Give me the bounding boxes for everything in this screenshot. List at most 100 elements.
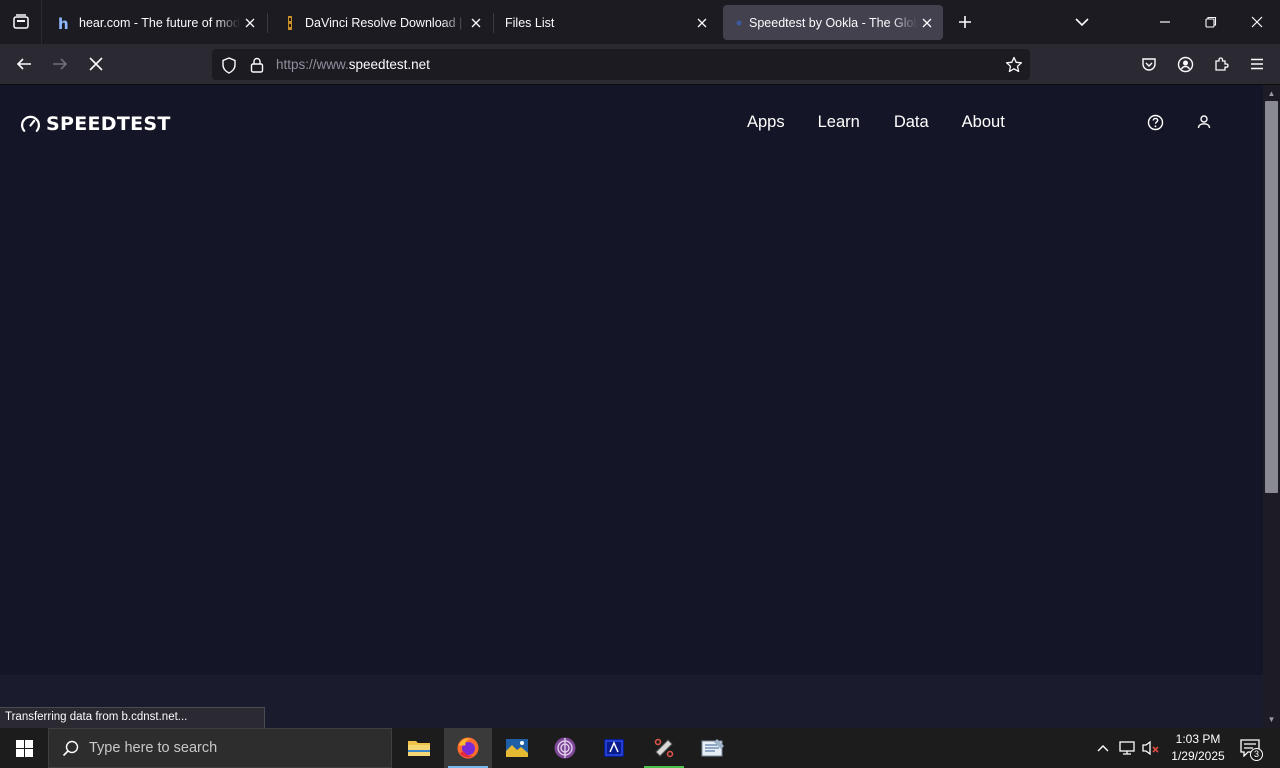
tab-strip: h hear.com - The future of modern hearin… (0, 0, 1280, 44)
taskbar-tor-browser[interactable] (541, 728, 589, 768)
network-status-button[interactable] (1115, 728, 1139, 768)
chevron-down-icon (1075, 18, 1089, 27)
tab-title: DaVinci Resolve Download | Blackmagic (305, 15, 466, 30)
nav-about-link[interactable]: About (962, 113, 1005, 132)
account-button[interactable] (1169, 48, 1201, 80)
tab-speedtest[interactable]: Speedtest by Ookla - The Global Broadban… (723, 5, 943, 40)
navigation-toolbar: https://www.speedtest.net (0, 44, 1280, 85)
url-text: https://www.speedtest.net (276, 57, 430, 72)
start-button[interactable] (0, 728, 48, 768)
arrow-right-icon (53, 58, 68, 70)
taskbar-blue-app[interactable] (590, 728, 638, 768)
volume-button[interactable] (1139, 728, 1163, 768)
tor-browser-icon (554, 737, 576, 759)
firefox-view-icon (12, 14, 29, 29)
notification-count-badge: 3 (1250, 748, 1263, 761)
tab-hear[interactable]: h hear.com - The future of modern hearin… (44, 5, 268, 40)
clock-time: 1:03 PM (1175, 732, 1221, 746)
tab-title: Speedtest by Ookla - The Global Broadban… (749, 15, 917, 30)
minimize-button[interactable] (1143, 0, 1187, 44)
nav-learn-link[interactable]: Learn (818, 113, 860, 132)
pocket-icon (1142, 58, 1156, 71)
help-button[interactable] (1145, 112, 1165, 132)
stop-loading-button[interactable] (80, 48, 112, 80)
scroll-down-arrow-icon[interactable]: ▼ (1267, 715, 1276, 724)
search-placeholder: Type here to search (89, 740, 218, 756)
taskbar-search-box[interactable]: Type here to search (48, 728, 392, 768)
tab-files-list[interactable]: Files List (496, 5, 718, 40)
taskbar-notepad-app[interactable] (689, 728, 737, 768)
taskbar-snipping-tool[interactable] (640, 728, 688, 768)
puzzle-piece-icon (1215, 57, 1229, 71)
user-login-button[interactable] (1194, 112, 1214, 132)
scrollbar-thumb[interactable] (1265, 101, 1278, 493)
loading-favicon-icon (733, 15, 745, 31)
restore-icon (1205, 16, 1217, 28)
user-icon (1197, 115, 1211, 129)
close-tab-icon[interactable] (692, 13, 712, 33)
chevron-up-icon (1097, 745, 1109, 752)
photo-app-icon (506, 739, 528, 757)
url-scheme: https://www. (276, 57, 349, 72)
nav-apps-link[interactable]: Apps (747, 113, 785, 132)
taskbar-clock[interactable]: 1:03 PM 1/29/2025 (1163, 731, 1233, 765)
list-all-tabs-button[interactable] (1060, 0, 1104, 44)
blue-app-icon (604, 739, 624, 757)
tracking-protection-shield-icon[interactable] (220, 56, 238, 74)
page-viewport: SPEEDTEST Apps Learn Data About (0, 85, 1263, 728)
url-domain: speedtest.net (348, 57, 430, 72)
logo-text: SPEEDTEST (46, 113, 171, 135)
extensions-button[interactable] (1205, 48, 1237, 80)
action-center-button[interactable]: 3 (1236, 728, 1264, 768)
clock-date: 1/29/2025 (1171, 749, 1225, 763)
show-hidden-icons-button[interactable] (1092, 728, 1114, 768)
padlock-icon[interactable] (248, 56, 266, 74)
restore-button[interactable] (1189, 0, 1233, 44)
taskbar-file-explorer[interactable] (395, 728, 443, 768)
nav-data-link[interactable]: Data (894, 113, 929, 132)
address-bar[interactable]: https://www.speedtest.net (212, 49, 1030, 80)
forward-button[interactable] (44, 48, 76, 80)
tab-title: Files List (505, 15, 555, 30)
hamburger-menu-icon (1251, 58, 1263, 70)
plus-icon (959, 16, 971, 28)
network-icon (1119, 741, 1135, 755)
menu-button[interactable] (1241, 48, 1273, 80)
firefox-view-button[interactable] (0, 0, 42, 44)
account-icon (1177, 56, 1193, 72)
bookmark-star-icon[interactable] (1005, 56, 1023, 74)
windows-logo-icon (15, 739, 33, 757)
windows-taskbar: Type here to search 1:03 PM 1/29/2025 3 (0, 728, 1280, 768)
tab-title: hear.com - The future of modern hearing (79, 15, 240, 30)
pocket-button[interactable] (1133, 48, 1165, 80)
close-icon (1251, 16, 1263, 28)
close-tab-icon[interactable] (466, 13, 486, 33)
notepad-app-icon (701, 739, 724, 757)
tab-davinci[interactable]: DaVinci Resolve Download | Blackmagic (270, 5, 494, 40)
taskbar-firefox[interactable] (444, 728, 492, 768)
hear-favicon-icon: h (56, 15, 72, 31)
status-panel: Transferring data from b.cdnst.net... (0, 707, 265, 729)
question-circle-icon (1147, 114, 1163, 130)
scroll-up-arrow-icon[interactable]: ▲ (1267, 89, 1276, 98)
stop-icon (89, 57, 103, 71)
volume-muted-icon (1142, 740, 1159, 756)
file-explorer-icon (408, 741, 430, 756)
blackmagic-favicon-icon (282, 15, 298, 31)
site-nav: Apps Learn Data About (747, 113, 1005, 132)
speedtest-logo[interactable]: SPEEDTEST (20, 113, 171, 135)
close-window-button[interactable] (1235, 0, 1279, 44)
snipping-tool-icon (654, 738, 674, 758)
taskbar-photo-app[interactable] (493, 728, 541, 768)
close-tab-icon[interactable] (240, 13, 260, 33)
vertical-scrollbar[interactable]: ▲ ▼ (1263, 85, 1280, 728)
new-tab-button[interactable] (943, 0, 987, 44)
speedometer-icon (21, 115, 40, 132)
close-tab-icon[interactable] (917, 13, 937, 33)
search-icon (62, 740, 79, 756)
minimize-icon (1160, 21, 1170, 23)
arrow-left-icon (16, 58, 31, 70)
back-button[interactable] (8, 48, 40, 80)
firefox-icon (457, 737, 479, 759)
svg-text:h: h (58, 15, 69, 31)
